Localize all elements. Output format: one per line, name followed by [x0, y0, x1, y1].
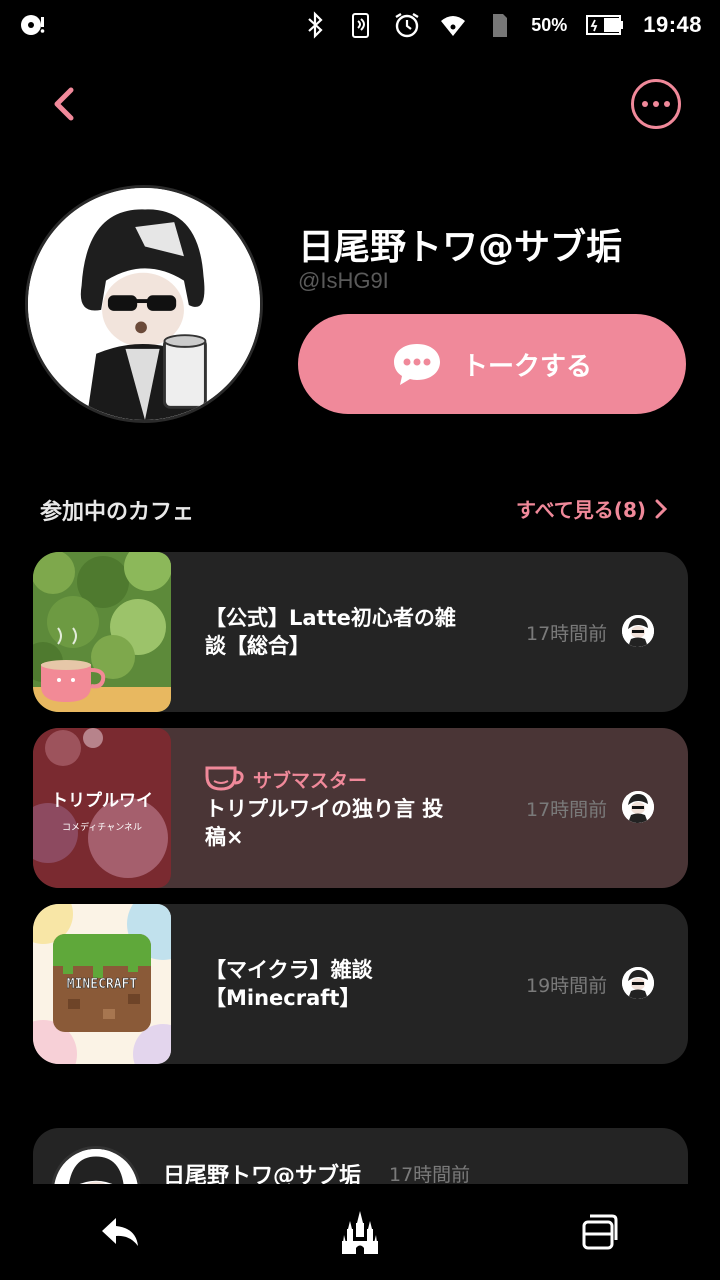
cafe-name: 【公式】Latte初心者の雑 談【総合】	[205, 606, 456, 658]
alarm-icon	[393, 11, 421, 39]
bottom-nav-bar	[0, 1184, 720, 1280]
chevron-left-icon	[54, 87, 74, 121]
nav-recents-button[interactable]	[560, 1192, 640, 1272]
talk-button[interactable]: トークする	[298, 314, 686, 414]
nav-home-button[interactable]	[320, 1192, 400, 1272]
cafe-role: サブマスター	[205, 765, 495, 793]
chevron-right-icon	[655, 499, 668, 518]
profile-avatar[interactable]	[25, 185, 263, 423]
cup-icon	[205, 766, 244, 791]
cafe-thumbnail: トリプルワイ コメディチャンネル	[33, 728, 171, 888]
cafe-name: 【マイクラ】雑談 【Minecraft】	[205, 958, 373, 1010]
member-avatar	[622, 791, 654, 823]
cafe-list: 【公式】Latte初心者の雑 談【総合】 17時間前 トリプルワイ コメディチャ…	[33, 552, 688, 1080]
cafe-name: トリプルワイの独り言 投 稿×	[205, 797, 444, 849]
clock: 19:48	[643, 12, 702, 37]
member-avatar	[622, 967, 654, 999]
nfc-icon	[347, 11, 375, 39]
signal-icon	[485, 11, 513, 39]
cafe-last-active: 19時間前	[526, 974, 608, 997]
cafe-card[interactable]: 【公式】Latte初心者の雑 談【総合】 17時間前	[33, 552, 688, 712]
recent-apps-icon	[582, 1214, 618, 1250]
cafe-card[interactable]: MINECRAFT 【マイクラ】雑談 【Minecraft】 19時間前	[33, 904, 688, 1064]
chat-bubble-icon	[393, 344, 440, 385]
talk-button-label: トークする	[461, 351, 592, 382]
castle-icon	[342, 1211, 378, 1254]
profile-name: 日尾野トワ@サブ垢	[298, 227, 623, 268]
thumb-subtitle: コメディチャンネル	[62, 821, 142, 833]
cafe-last-active: 17時間前	[526, 798, 608, 821]
battery-icon	[585, 11, 625, 39]
reply-arrow-icon	[102, 1218, 138, 1246]
wifi-icon	[439, 11, 467, 39]
battery-percent: 50%	[531, 14, 568, 35]
nav-back-button[interactable]	[80, 1192, 160, 1272]
see-all-label: すべて見る(8)	[516, 498, 646, 522]
thumb-title: トリプルワイ	[51, 790, 153, 811]
cafe-last-active: 17時間前	[526, 622, 608, 645]
member-avatar	[622, 615, 654, 647]
see-all-link[interactable]: すべて見る(8)	[516, 494, 668, 523]
music-disc-icon	[18, 11, 46, 39]
status-bar: 50% 19:48	[0, 0, 720, 50]
back-button[interactable]	[40, 80, 88, 128]
cafe-thumbnail: MINECRAFT	[33, 904, 171, 1064]
profile-handle: @IsHG9I	[298, 268, 389, 293]
more-dots-icon	[642, 101, 648, 107]
cafe-card[interactable]: トリプルワイ コメディチャンネル サブマスター トリプルワイの独り言 投 稿× …	[33, 728, 688, 888]
post-time: 17時間前	[389, 1164, 471, 1186]
section-title: 参加中のカフェ	[40, 500, 195, 525]
cafe-thumbnail	[33, 552, 171, 712]
more-options-button[interactable]	[631, 79, 681, 129]
bluetooth-icon	[301, 11, 329, 39]
thumb-title: MINECRAFT	[67, 977, 138, 992]
